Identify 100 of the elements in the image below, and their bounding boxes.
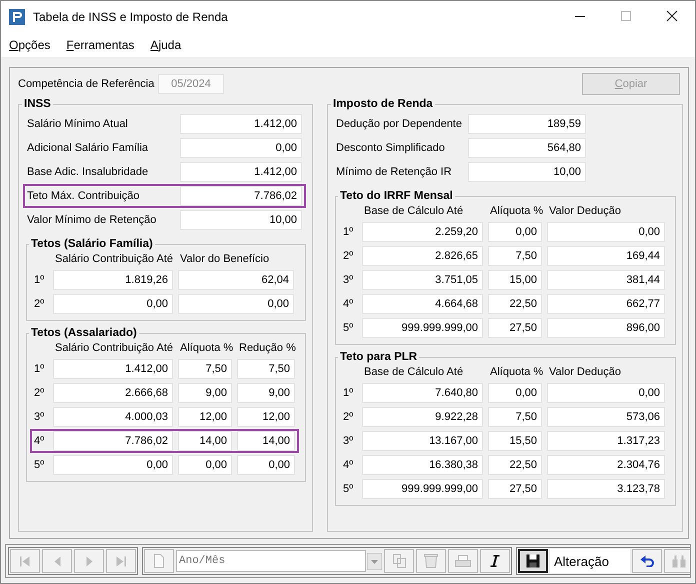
value-field[interactable]: 1.819,26: [53, 270, 173, 290]
value-field[interactable]: 564,80: [468, 138, 586, 158]
value-field[interactable]: 0,00: [53, 455, 173, 475]
value-field[interactable]: 3.123,78: [547, 479, 665, 499]
toolbar-button[interactable]: [480, 549, 510, 573]
value-field[interactable]: 0,00: [547, 383, 665, 403]
value-field[interactable]: 9.922,28: [362, 407, 483, 427]
printer-icon: [455, 555, 471, 567]
value-field[interactable]: 10,00: [468, 162, 586, 182]
value-field[interactable]: 662,77: [547, 294, 665, 314]
row-label: 4º: [343, 459, 354, 471]
value-field[interactable]: 27,50: [488, 318, 542, 338]
field-label: Adicional Salário Família: [27, 142, 150, 154]
value-field[interactable]: 9,00: [178, 383, 232, 403]
value-field[interactable]: 27,50: [488, 479, 542, 499]
next-icon: [86, 556, 92, 566]
field-label: Base Adic. Insalubridade: [27, 166, 150, 178]
value-field[interactable]: 0,00: [547, 222, 665, 242]
menu-item[interactable]: Opções: [7, 38, 52, 52]
menu-item[interactable]: Ajuda: [148, 38, 184, 52]
value-field[interactable]: 4.000,03: [53, 407, 173, 427]
value-field[interactable]: 169,44: [547, 246, 665, 266]
group-title: Teto para PLR: [339, 351, 418, 363]
app-logo-icon: [9, 9, 25, 25]
column-header: Valor do Benefício: [179, 253, 270, 265]
value-field[interactable]: 7,50: [488, 407, 542, 427]
column-header: Valor Dedução: [548, 366, 622, 378]
value-field[interactable]: 14,00: [178, 431, 232, 451]
value-field[interactable]: 1.412,00: [180, 162, 302, 182]
menu-item[interactable]: Ferramentas: [64, 38, 136, 52]
value-field[interactable]: 9,00: [237, 383, 295, 403]
group-title: Tetos (Salário Família): [30, 238, 154, 250]
value-field[interactable]: 7.786,02: [53, 431, 173, 451]
value-field[interactable]: 7,50: [488, 246, 542, 266]
window-title: Tabela de INSS e Imposto de Renda: [33, 10, 229, 24]
column-header: Alíquota %: [489, 366, 542, 378]
value-field[interactable]: 0,00: [237, 455, 295, 475]
column-header: Salário Contribuição Até: [54, 253, 173, 265]
first-record-icon: [20, 556, 30, 566]
value-field[interactable]: 1.412,00: [180, 114, 302, 134]
value-field[interactable]: 12,00: [178, 407, 232, 427]
value-field[interactable]: 0,00: [488, 222, 542, 242]
value-field[interactable]: 1.317,23: [547, 431, 665, 451]
dropdown-arrow-icon: [367, 552, 382, 570]
toolbar-button[interactable]: [518, 549, 548, 573]
value-field[interactable]: 381,44: [547, 270, 665, 290]
value-field[interactable]: 999.999.999,00: [362, 318, 483, 338]
value-field[interactable]: 4.664,68: [362, 294, 483, 314]
row-label: 3º: [34, 411, 46, 423]
field-label: Dedução por Dependente: [336, 118, 463, 130]
row-label: 2º: [34, 387, 46, 399]
value-field[interactable]: 12,00: [237, 407, 295, 427]
value-field[interactable]: 2.826,65: [362, 246, 483, 266]
value-field[interactable]: 10,00: [180, 210, 302, 230]
value-field[interactable]: 573,06: [547, 407, 665, 427]
value-field[interactable]: 15,50: [488, 431, 542, 451]
value-field[interactable]: 16.380,38: [362, 455, 483, 475]
column-header: Base de Cálculo Até: [363, 205, 464, 217]
value-field[interactable]: 1.412,00: [53, 359, 173, 379]
value-field[interactable]: 7,50: [237, 359, 295, 379]
value-field[interactable]: 62,04: [178, 270, 294, 290]
value-field[interactable]: 0,00: [178, 294, 294, 314]
value-field[interactable]: 0,00: [178, 455, 232, 475]
italic-icon: [490, 555, 500, 567]
value-field[interactable]: 189,59: [468, 114, 586, 134]
value-field[interactable]: 13.167,00: [362, 431, 483, 451]
row-label: 3º: [343, 274, 354, 286]
value-field[interactable]: 3.751,05: [362, 270, 483, 290]
row-label: 1º: [343, 387, 354, 399]
previous-icon: [54, 556, 60, 566]
row-label: 1º: [34, 274, 46, 286]
column-header: Salário Contribuição Até: [54, 342, 173, 354]
toolbar-button[interactable]: [632, 549, 662, 573]
row-label: 2º: [34, 298, 46, 310]
value-field[interactable]: 22,50: [488, 455, 542, 475]
value-field[interactable]: 2.666,68: [53, 383, 173, 403]
value-field[interactable]: 15,00: [488, 270, 542, 290]
row-label: 5º: [343, 483, 354, 495]
row-label: 4º: [343, 298, 354, 310]
value-field[interactable]: 7.786,02: [180, 186, 302, 206]
value-field[interactable]: 2.259,20: [362, 222, 483, 242]
value-field[interactable]: 0,00: [53, 294, 173, 314]
value-field[interactable]: 14,00: [237, 431, 295, 451]
field-label: Competência de Referência: [18, 78, 156, 90]
value-field[interactable]: 0,00: [180, 138, 302, 158]
field-label: Teto Máx. Contribuição: [27, 190, 140, 202]
value-field[interactable]: 7,50: [178, 359, 232, 379]
row-label: 1º: [343, 226, 354, 238]
value-field[interactable]: 0,00: [488, 383, 542, 403]
value-field[interactable]: 2.304,76: [547, 455, 665, 475]
value-field[interactable]: 999.999.999,00: [362, 479, 483, 499]
field-label: Valor Mínimo de Retenção: [27, 214, 158, 226]
value-field[interactable]: 896,00: [547, 318, 665, 338]
row-label: 2º: [343, 250, 354, 262]
value-field[interactable]: 22,50: [488, 294, 542, 314]
trash-icon: [424, 554, 438, 568]
column-header: Alíquota %: [179, 342, 232, 354]
combo-box[interactable]: Ano/Mês: [176, 550, 366, 572]
value-field[interactable]: 7.640,80: [362, 383, 483, 403]
group-title: INSS: [23, 98, 52, 110]
